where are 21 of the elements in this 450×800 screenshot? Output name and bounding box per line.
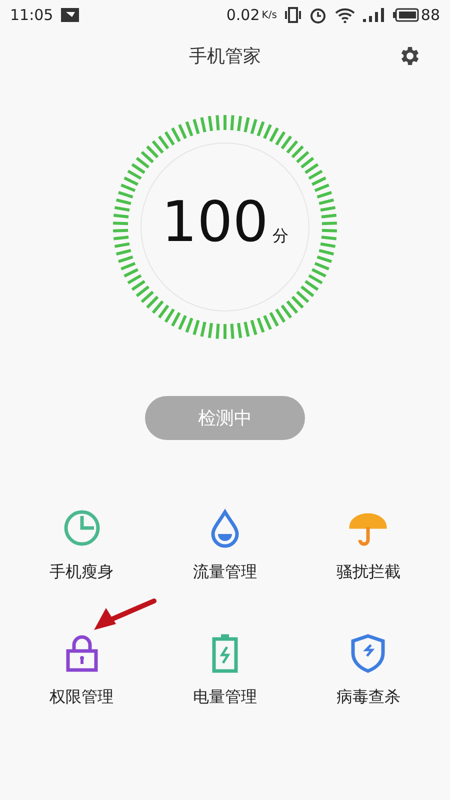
tool-label[interactable]: 骚扰拦截 [336, 562, 400, 583]
wifi-icon [334, 7, 355, 23]
annotation-arrow [92, 598, 158, 632]
clock-time: 11:05 [10, 6, 54, 24]
tool-label[interactable]: 权限管理 [50, 687, 114, 708]
network-speed: 0.02 [226, 6, 260, 24]
score-value: 100 [162, 190, 268, 255]
app-title: 手机管家 [189, 45, 261, 68]
image-notification-icon [61, 8, 80, 22]
pie-chart-icon [62, 508, 102, 548]
speed-unit: K/s [262, 10, 277, 20]
vibrate-icon [284, 7, 301, 23]
tool-label[interactable]: 电量管理 [192, 687, 257, 708]
tool-label[interactable]: 流量管理 [192, 562, 257, 583]
battery-percent: 88 [420, 6, 440, 24]
score-unit: 分 [272, 226, 288, 247]
battery-status-icon [392, 8, 419, 22]
alarm-clock-icon [308, 6, 327, 24]
signal-icon [362, 8, 385, 22]
tool-label[interactable]: 手机瘦身 [50, 562, 114, 583]
tool-label[interactable]: 病毒查杀 [336, 687, 400, 708]
